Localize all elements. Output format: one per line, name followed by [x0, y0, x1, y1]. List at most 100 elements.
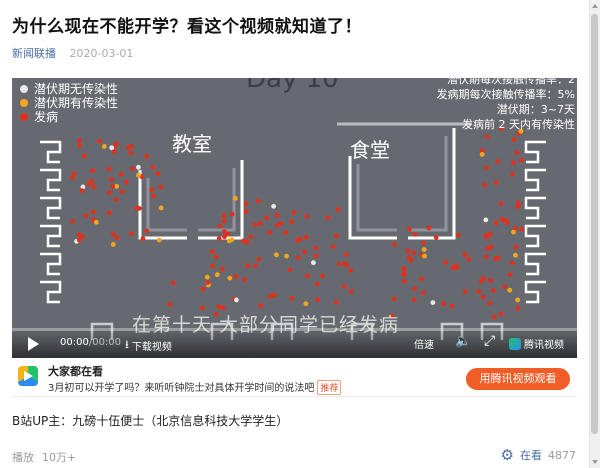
student-dot: [150, 164, 156, 170]
student-dot: [495, 255, 501, 261]
student-dot: [101, 144, 107, 149]
legend-label: 潜伏期无传染性: [34, 82, 119, 96]
fullscreen-icon[interactable]: ⤢: [484, 333, 495, 349]
student-dot: [200, 286, 206, 292]
student-dot: [210, 263, 215, 269]
student-dot: [289, 219, 295, 225]
student-dot: [233, 195, 238, 201]
student-dot: [455, 232, 461, 238]
student-dot: [507, 287, 513, 293]
student-dot: [125, 145, 131, 150]
student-dot: [441, 301, 446, 307]
student-dot: [302, 249, 307, 255]
student-dot: [289, 296, 295, 301]
recommend-name: 大家都在看: [48, 365, 103, 378]
speed-button[interactable]: 倍速: [414, 336, 434, 351]
student-dot: [519, 226, 525, 232]
student-dot: [492, 314, 497, 320]
param-line: 潜伏期每次接触传播率：2: [447, 78, 575, 86]
tencent-video-brand[interactable]: 腾讯视频: [509, 336, 564, 351]
student-dot: [333, 299, 339, 305]
student-dot: [111, 149, 117, 155]
student-dot: [335, 207, 341, 212]
student-dot: [130, 166, 135, 172]
student-dot: [401, 265, 407, 271]
student-dot: [291, 210, 297, 215]
progress-bar[interactable]: [12, 328, 577, 331]
student-dot: [123, 179, 129, 185]
recommend-badge: 推荐: [317, 380, 342, 395]
student-dot: [411, 250, 417, 256]
time-duration: 00:00: [92, 337, 122, 348]
student-dot: [214, 272, 220, 278]
article-footer: 播放 10万+ ⚙ 在看 4877: [0, 440, 590, 468]
page-title: 为什么现在不能开学？看这个视频就知道了！: [12, 17, 362, 37]
student-dot: [248, 234, 254, 240]
page-scrollbar[interactable]: [589, 0, 600, 468]
scroll-thumb[interactable]: [591, 14, 598, 434]
view-count: 播放 10万+: [12, 449, 76, 465]
classroom-walls-shadow: [146, 168, 236, 232]
student-dot: [107, 190, 112, 196]
student-dot: [216, 304, 222, 309]
dorm-right-6: [524, 280, 546, 304]
student-dot: [483, 217, 489, 223]
student-dot: [158, 184, 164, 190]
student-dot: [342, 283, 347, 289]
student-dot: [80, 234, 86, 240]
download-button[interactable]: ⭳ 下载视频: [125, 336, 172, 355]
student-dot: [493, 220, 499, 226]
legend-item-latent-infectious: 潜伏期有传染性: [20, 96, 118, 110]
student-dot: [89, 178, 94, 184]
student-dot: [274, 252, 279, 258]
dorm-right-5: [524, 252, 546, 276]
watch-in-app-button[interactable]: 用腾讯视频观看: [466, 368, 570, 390]
student-dot: [77, 143, 82, 148]
student-dot: [268, 294, 273, 299]
scroll-down-arrow-icon[interactable]: [592, 460, 598, 464]
student-dot: [430, 300, 436, 305]
student-dot: [507, 272, 513, 277]
volume-icon[interactable]: 🔈: [455, 334, 471, 349]
student-dot: [484, 246, 490, 252]
student-dot: [443, 260, 449, 265]
student-dot: [303, 301, 309, 307]
student-dot: [271, 203, 276, 209]
play-icon[interactable]: [28, 337, 39, 351]
student-dot: [144, 228, 150, 234]
student-dot: [412, 286, 418, 292]
student-dot: [411, 297, 417, 302]
student-dot: [243, 209, 249, 214]
student-dot: [498, 201, 504, 207]
dorm-left-3: [40, 196, 62, 220]
student-dot: [77, 137, 82, 143]
student-dot: [274, 223, 280, 229]
student-dot: [476, 289, 481, 294]
student-dot: [449, 303, 455, 309]
recommend-bar[interactable]: 大家都在看 3月初可以开学了吗？来听听钟院士对具体开学时间的说法吧 推荐 用腾讯视…: [12, 358, 577, 397]
student-dot: [213, 254, 219, 260]
student-dot: [220, 266, 225, 272]
param-line: 发病前 2 天内有传染性: [462, 118, 575, 131]
student-dot: [258, 303, 263, 308]
watching-button[interactable]: ⚙ 在看 4877: [501, 446, 576, 464]
source-link[interactable]: 新闻联播: [12, 47, 56, 60]
student-dot: [113, 197, 119, 203]
watching-count: 4877: [548, 448, 576, 462]
student-dot: [70, 218, 76, 224]
student-dot: [70, 175, 75, 180]
student-dot: [221, 218, 227, 224]
student-dot: [114, 235, 120, 241]
student-dot: [221, 213, 227, 219]
student-dot: [240, 238, 246, 244]
time-current: 00:00: [60, 337, 89, 348]
student-dot: [336, 261, 342, 267]
recommend-desc[interactable]: 3月初可以开学了吗？来听听钟院士对具体开学时间的说法吧 推荐: [48, 379, 342, 395]
student-dot: [515, 306, 521, 311]
dorm-right-3: [524, 196, 546, 220]
dorm-right-4: [524, 224, 546, 248]
student-dot: [140, 236, 146, 242]
student-dot: [408, 258, 414, 263]
video-player[interactable]: 潜伏期无传染性 潜伏期有传染性 发病 Day 10 潜伏期每次接触传播率：2 发…: [12, 78, 577, 358]
scroll-up-arrow-icon[interactable]: [592, 4, 598, 8]
